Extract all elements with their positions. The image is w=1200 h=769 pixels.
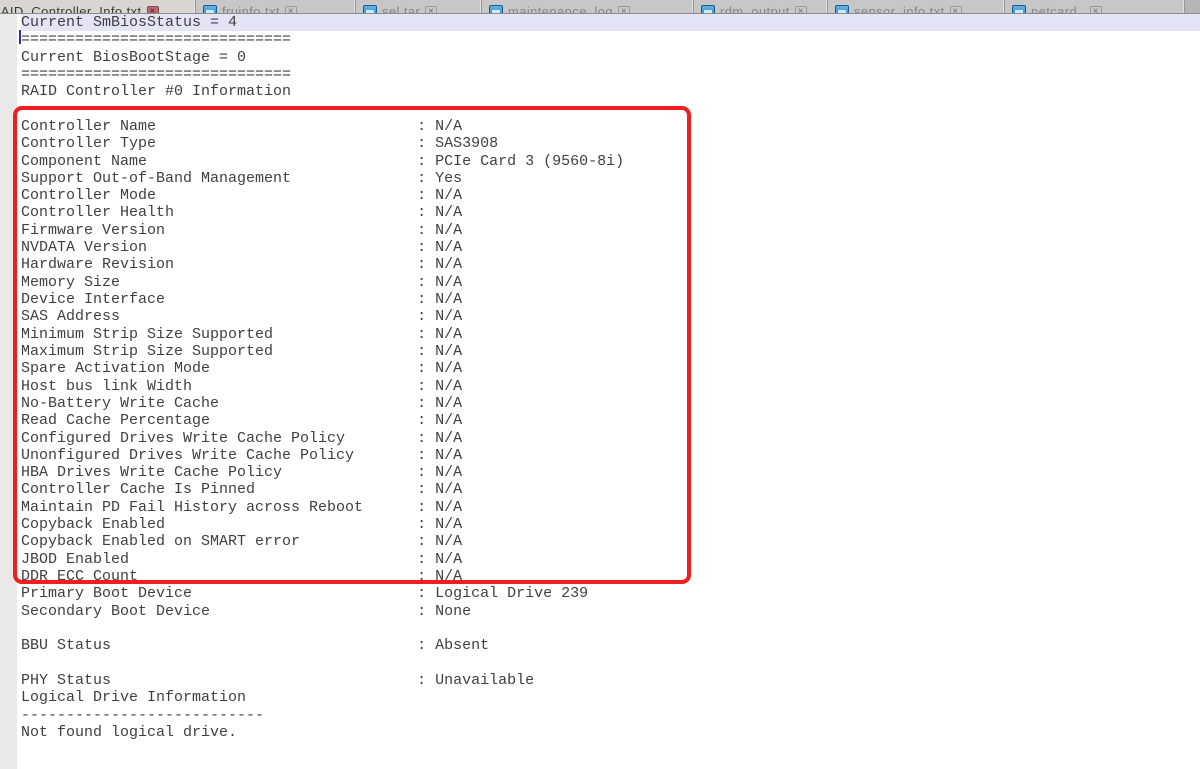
tab-maintenance-log[interactable]: maintenance_log × xyxy=(482,0,694,14)
text-line: ============================== xyxy=(21,66,1200,83)
close-icon[interactable]: × xyxy=(425,6,437,14)
text-line: Memory Size : N/A xyxy=(21,274,1200,291)
tab-sensor-info-txt[interactable]: sensor_info.txt × xyxy=(828,0,1005,14)
text-line: NVDATA Version : N/A xyxy=(21,239,1200,256)
text-line: DDR ECC Count : N/A xyxy=(21,568,1200,585)
text-line: RAID Controller #0 Information xyxy=(21,83,1200,100)
text-line: Support Out-of-Band Management : Yes xyxy=(21,170,1200,187)
close-icon[interactable]: × xyxy=(795,6,807,14)
text-line: PHY Status : Unavailable xyxy=(21,672,1200,689)
text-line: Firmware Version : N/A xyxy=(21,222,1200,239)
text-line: Current SmBiosStatus = 4 xyxy=(21,14,1200,31)
tab-label: sensor_info.txt xyxy=(854,4,945,14)
tab-label: RAID_Controller_Info.txt xyxy=(0,4,142,14)
tab-label: sel.tar xyxy=(382,4,420,14)
text-line: Secondary Boot Device : None xyxy=(21,603,1200,620)
saved-file-icon xyxy=(701,5,715,14)
tab-rdm-output[interactable]: rdm_output × xyxy=(694,0,828,14)
text-line: Controller Cache Is Pinned : N/A xyxy=(21,481,1200,498)
tab-bar: RAID_Controller_Info.txt×fruinfo.txt×sel… xyxy=(0,0,1200,14)
tab-label: netcard_ xyxy=(1031,4,1085,14)
text-line: BBU Status : Absent xyxy=(21,637,1200,654)
editor-lines: Current SmBiosStatus = 4================… xyxy=(17,14,1200,741)
text-line: Maintain PD Fail History across Reboot :… xyxy=(21,499,1200,516)
tab-netcard-[interactable]: netcard_ × xyxy=(1005,0,1185,14)
text-line: ============================== xyxy=(21,31,1200,48)
tab-sel-tar[interactable]: sel.tar × xyxy=(356,0,482,14)
text-line: SAS Address : N/A xyxy=(21,308,1200,325)
saved-file-icon xyxy=(363,5,377,14)
text-line: Current BiosBootStage = 0 xyxy=(21,49,1200,66)
text-line: Configured Drives Write Cache Policy : N… xyxy=(21,430,1200,447)
text-line xyxy=(21,101,1200,118)
text-line xyxy=(21,620,1200,637)
text-line: Device Interface : N/A xyxy=(21,291,1200,308)
text-line: JBOD Enabled : N/A xyxy=(21,551,1200,568)
text-line: Primary Boot Device : Logical Drive 239 xyxy=(21,585,1200,602)
text-line: Controller Type : SAS3908 xyxy=(21,135,1200,152)
close-icon[interactable]: × xyxy=(285,6,297,14)
text-line: Component Name : PCIe Card 3 (9560-8i) xyxy=(21,153,1200,170)
text-line: Unonfigured Drives Write Cache Policy : … xyxy=(21,447,1200,464)
text-line: Controller Name : N/A xyxy=(21,118,1200,135)
text-line: Read Cache Percentage : N/A xyxy=(21,412,1200,429)
tab-label: rdm_output xyxy=(720,4,790,14)
text-line: Minimum Strip Size Supported : N/A xyxy=(21,326,1200,343)
text-line: Maximum Strip Size Supported : N/A xyxy=(21,343,1200,360)
text-line: Copyback Enabled : N/A xyxy=(21,516,1200,533)
tab-label: fruinfo.txt xyxy=(222,4,280,14)
text-editor[interactable]: Current SmBiosStatus = 4================… xyxy=(17,14,1200,769)
text-line: Spare Activation Mode : N/A xyxy=(21,360,1200,377)
tab-fruinfo-txt[interactable]: fruinfo.txt × xyxy=(196,0,356,14)
text-line: Controller Mode : N/A xyxy=(21,187,1200,204)
editor-margin xyxy=(0,14,17,769)
saved-file-icon xyxy=(835,5,849,14)
text-line: Hardware Revision : N/A xyxy=(21,256,1200,273)
text-line: HBA Drives Write Cache Policy : N/A xyxy=(21,464,1200,481)
text-line: Host bus link Width : N/A xyxy=(21,378,1200,395)
text-line: --------------------------- xyxy=(21,707,1200,724)
saved-file-icon xyxy=(203,5,217,14)
tab-label: maintenance_log xyxy=(508,4,613,14)
text-line xyxy=(21,655,1200,672)
close-icon[interactable]: × xyxy=(950,6,962,14)
text-caret xyxy=(19,30,21,45)
tab-raid-controller-info-txt[interactable]: RAID_Controller_Info.txt × xyxy=(0,0,196,14)
text-line: Controller Health : N/A xyxy=(21,204,1200,221)
close-icon[interactable]: × xyxy=(1090,6,1102,14)
text-line: Not found logical drive. xyxy=(21,724,1200,741)
text-line: Copyback Enabled on SMART error : N/A xyxy=(21,533,1200,550)
saved-file-icon xyxy=(1012,5,1026,14)
close-icon[interactable]: × xyxy=(147,6,159,14)
saved-file-icon xyxy=(489,5,503,14)
text-line: Logical Drive Information xyxy=(21,689,1200,706)
text-line: No-Battery Write Cache : N/A xyxy=(21,395,1200,412)
close-icon[interactable]: × xyxy=(618,6,630,14)
